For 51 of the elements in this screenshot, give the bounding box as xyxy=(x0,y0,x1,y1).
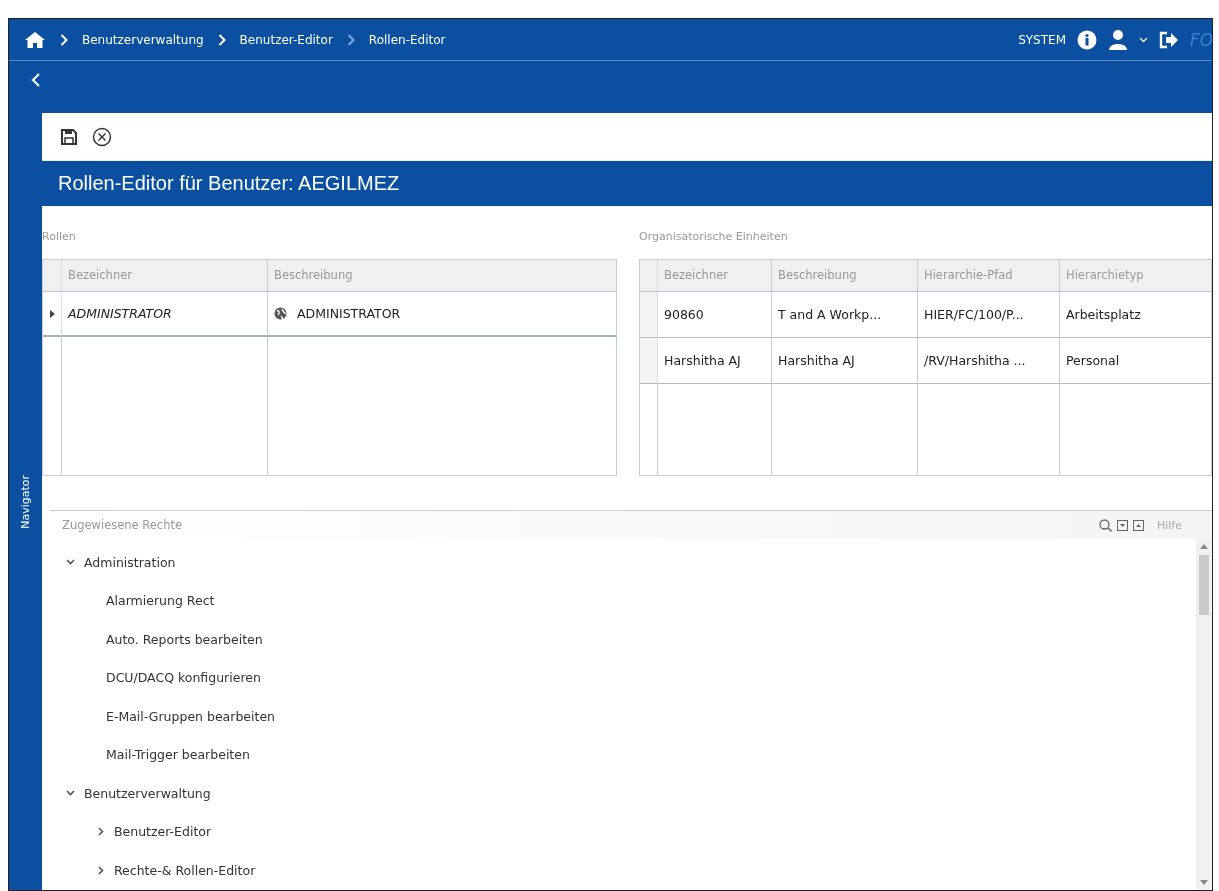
user-icon[interactable] xyxy=(1108,28,1128,51)
breadcrumb-link[interactable]: Benutzerverwaltung xyxy=(82,32,204,47)
tree-label[interactable]: Mail-Trigger bearbeiten xyxy=(106,747,250,763)
scroll-thumb[interactable] xyxy=(1199,555,1209,615)
chevron-icon xyxy=(217,33,226,46)
section-label: Organisatorische Einheiten xyxy=(639,229,789,245)
cell-text: ADMINISTRATOR xyxy=(297,306,401,321)
section-label: Rollen xyxy=(42,229,77,245)
tree-label[interactable]: E-Mail-Gruppen bearbeiten xyxy=(106,708,275,724)
expand-all-icon[interactable] xyxy=(1116,519,1128,531)
chevron-down-icon[interactable] xyxy=(66,559,75,566)
caret-icon[interactable] xyxy=(1139,36,1148,43)
table-cell: ADMINISTRATOR xyxy=(62,292,268,337)
search-icon[interactable] xyxy=(1098,518,1112,532)
chevron-right-icon[interactable] xyxy=(96,865,105,875)
chevron-icon xyxy=(60,33,68,46)
scroll-up-icon[interactable] xyxy=(1200,543,1208,549)
table-cell: /RV/Harshitha ... xyxy=(918,338,1060,384)
tree-label[interactable]: Benutzer-Editor xyxy=(114,824,212,840)
scroll-down-icon[interactable] xyxy=(1200,880,1208,886)
section-label: Zugewiesene Rechte xyxy=(62,518,183,532)
table-cell: Harshitha AJ xyxy=(658,338,772,384)
tree-label[interactable]: Benutzerverwaltung xyxy=(84,785,211,801)
table-cell: Harshitha AJ xyxy=(772,338,918,384)
tree-label[interactable]: Alarmierung Rect xyxy=(106,593,215,609)
table-cell: 90860 xyxy=(658,292,772,338)
table-cell: HIER/FC/100/P... xyxy=(918,292,1060,338)
info-icon[interactable] xyxy=(1077,29,1097,50)
navigator-tab[interactable]: Navigator xyxy=(19,474,32,529)
chevron-down-icon[interactable] xyxy=(66,790,75,797)
back-button[interactable] xyxy=(29,71,43,89)
user-label: SYSTEM xyxy=(1018,32,1066,47)
tree-label[interactable]: Administration xyxy=(84,554,176,570)
tree-label[interactable]: Rechte-& Rollen-Editor xyxy=(114,862,256,878)
close-icon[interactable] xyxy=(92,126,112,147)
logout-icon[interactable] xyxy=(1159,30,1179,49)
collapse-all-icon[interactable] xyxy=(1132,519,1144,531)
tree-label[interactable]: Auto. Reports bearbeiten xyxy=(106,631,263,647)
table-cell: Arbeitsplatz xyxy=(1060,292,1212,338)
table-cell: T and A Workp... xyxy=(772,292,918,338)
globe-icon xyxy=(274,307,287,320)
home-icon[interactable] xyxy=(24,30,46,49)
page-title: Rollen-Editor für Benutzer: AEGILMEZ xyxy=(58,172,400,195)
scrollbar[interactable] xyxy=(1196,539,1212,890)
chevron-right-icon[interactable] xyxy=(96,827,105,837)
breadcrumb-link[interactable]: Benutzer-Editor xyxy=(239,32,333,47)
table-cell: Personal xyxy=(1060,338,1212,384)
tree-label[interactable]: DCU/DACQ konfigurieren xyxy=(106,670,261,686)
save-icon[interactable] xyxy=(60,127,78,146)
chevron-icon xyxy=(346,33,355,46)
breadcrumb-link[interactable]: Rollen-Editor xyxy=(368,32,446,47)
